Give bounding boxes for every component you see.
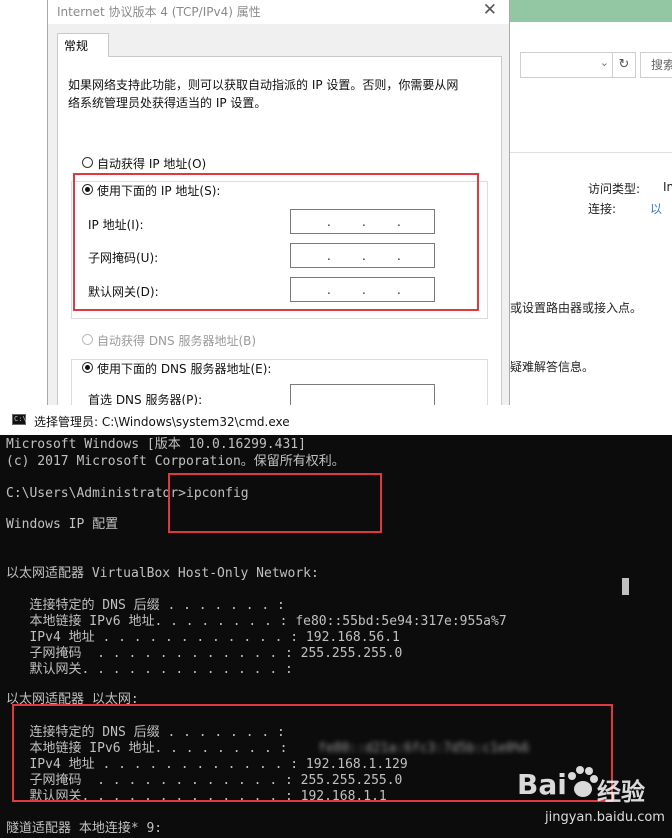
access-type-value: In bbox=[663, 180, 672, 194]
connection-link[interactable]: 以 bbox=[650, 200, 662, 217]
use-static-ip-radio[interactable] bbox=[82, 184, 93, 195]
window-accent-strip bbox=[510, 0, 672, 22]
auto-ip-label[interactable]: 自动获得 IP 地址(O) bbox=[97, 155, 206, 172]
console-line: 默认网关. . . . . . . . . . . . . : 192.168.… bbox=[6, 789, 387, 804]
console-line: 子网掩码 . . . . . . . . . . . . : 255.255.2… bbox=[6, 773, 403, 788]
console-cursor bbox=[622, 578, 629, 595]
router-setup-text[interactable]: 或设置路由器或接入点。 bbox=[510, 299, 642, 316]
console-line: 连接特定的 DNS 后缀 . . . . . . . : bbox=[6, 725, 285, 740]
dialog-titlebar[interactable]: Internet 协议版本 4 (TCP/IPv4) 属性 ✕ bbox=[48, 0, 509, 24]
console-line: 隧道适配器 本地连接* 9: bbox=[6, 821, 163, 836]
use-static-ip-label[interactable]: 使用下面的 IP 地址(S): bbox=[97, 182, 220, 199]
console-line: Microsoft Windows [版本 10.0.16299.431] bbox=[6, 437, 306, 452]
address-bar[interactable]: ⌄ bbox=[520, 52, 614, 78]
auto-dns-label[interactable]: 自动获得 DNS 服务器地址(B) bbox=[97, 332, 256, 349]
dialog-description: 络系统管理员处获得适当的 IP 设置。 bbox=[68, 96, 267, 110]
chevron-down-icon[interactable]: ⌄ bbox=[600, 56, 609, 69]
access-type-label: 访问类型: bbox=[588, 182, 641, 196]
divider bbox=[510, 152, 672, 153]
blurred-ipv6-value: fe80::d21a:6fc3:7d5b:c1e0%6 bbox=[318, 741, 530, 756]
watermark-brand: 经验 bbox=[597, 778, 645, 806]
auto-ip-radio[interactable] bbox=[82, 157, 93, 168]
use-static-dns-label[interactable]: 使用下面的 DNS 服务器地址(E): bbox=[97, 360, 271, 377]
refresh-icon[interactable]: ↻ bbox=[612, 52, 636, 78]
console-line: 本地链接 IPv6 地址. . . . . . . . : bbox=[6, 741, 288, 756]
auto-dns-radio[interactable] bbox=[82, 334, 93, 345]
ip-address-field[interactable]: ... bbox=[290, 209, 435, 234]
console-line: Windows IP 配置 bbox=[6, 517, 119, 532]
gateway-label: 默认网关(D): bbox=[88, 285, 159, 299]
baidu-watermark: Bai 经验 jingyan.baidu.com bbox=[505, 764, 670, 836]
console-line: 子网掩码 . . . . . . . . . . . . : 255.255.2… bbox=[6, 646, 403, 661]
watermark-url: jingyan.baidu.com bbox=[545, 810, 665, 825]
paw-icon bbox=[568, 766, 598, 797]
troubleshoot-text[interactable]: 疑难解答信息。 bbox=[510, 358, 594, 375]
highlight-box bbox=[168, 473, 382, 533]
console-line: (c) 2017 Microsoft Corporation。保留所有权利。 bbox=[6, 454, 345, 469]
ip-address-label: IP 地址(I): bbox=[88, 218, 144, 232]
close-icon[interactable]: ✕ bbox=[483, 0, 497, 20]
console-line: 本地链接 IPv6 地址. . . . . . . . : fe80::55bd… bbox=[6, 614, 507, 629]
console-line: IPv4 地址 . . . . . . . . . . . . : 192.16… bbox=[6, 630, 400, 645]
console-line: 默认网关. . . . . . . . . . . . . : bbox=[6, 662, 293, 677]
console-line: 以太网适配器 VirtualBox Host-Only Network: bbox=[6, 566, 319, 581]
tab-general[interactable]: 常规 bbox=[57, 33, 109, 57]
console-line: IPv4 地址 . . . . . . . . . . . . : 192.16… bbox=[6, 757, 408, 772]
watermark-logo: Bai bbox=[517, 768, 567, 801]
use-static-dns-radio[interactable] bbox=[82, 362, 93, 373]
gateway-field[interactable]: ... bbox=[290, 277, 435, 302]
console-line: C:\Users\Administrator>ipconfig bbox=[6, 486, 249, 501]
dialog-description: 如果网络支持此功能，则可以获取自动指派的 IP 设置。否则，你需要从网 bbox=[68, 78, 459, 92]
subnet-mask-label: 子网掩码(U): bbox=[88, 251, 159, 265]
console-line: 连接特定的 DNS 后缀 . . . . . . . : bbox=[6, 598, 285, 613]
cmd-icon: C:\ bbox=[12, 414, 27, 425]
preferred-dns-field[interactable] bbox=[290, 384, 435, 406]
cmd-title: 选择管理员: C:\Windows\system32\cmd.exe bbox=[34, 415, 290, 429]
dialog-title: Internet 协议版本 4 (TCP/IPv4) 属性 bbox=[57, 5, 261, 19]
cmd-titlebar[interactable]: C:\ 选择管理员: C:\Windows\system32\cmd.exe bbox=[0, 405, 672, 435]
search-input[interactable]: 搜索 bbox=[640, 52, 672, 78]
subnet-mask-field[interactable]: ... bbox=[290, 243, 435, 268]
console-line: 以太网适配器 以太网: bbox=[6, 692, 139, 707]
connection-label: 连接: bbox=[588, 202, 617, 216]
